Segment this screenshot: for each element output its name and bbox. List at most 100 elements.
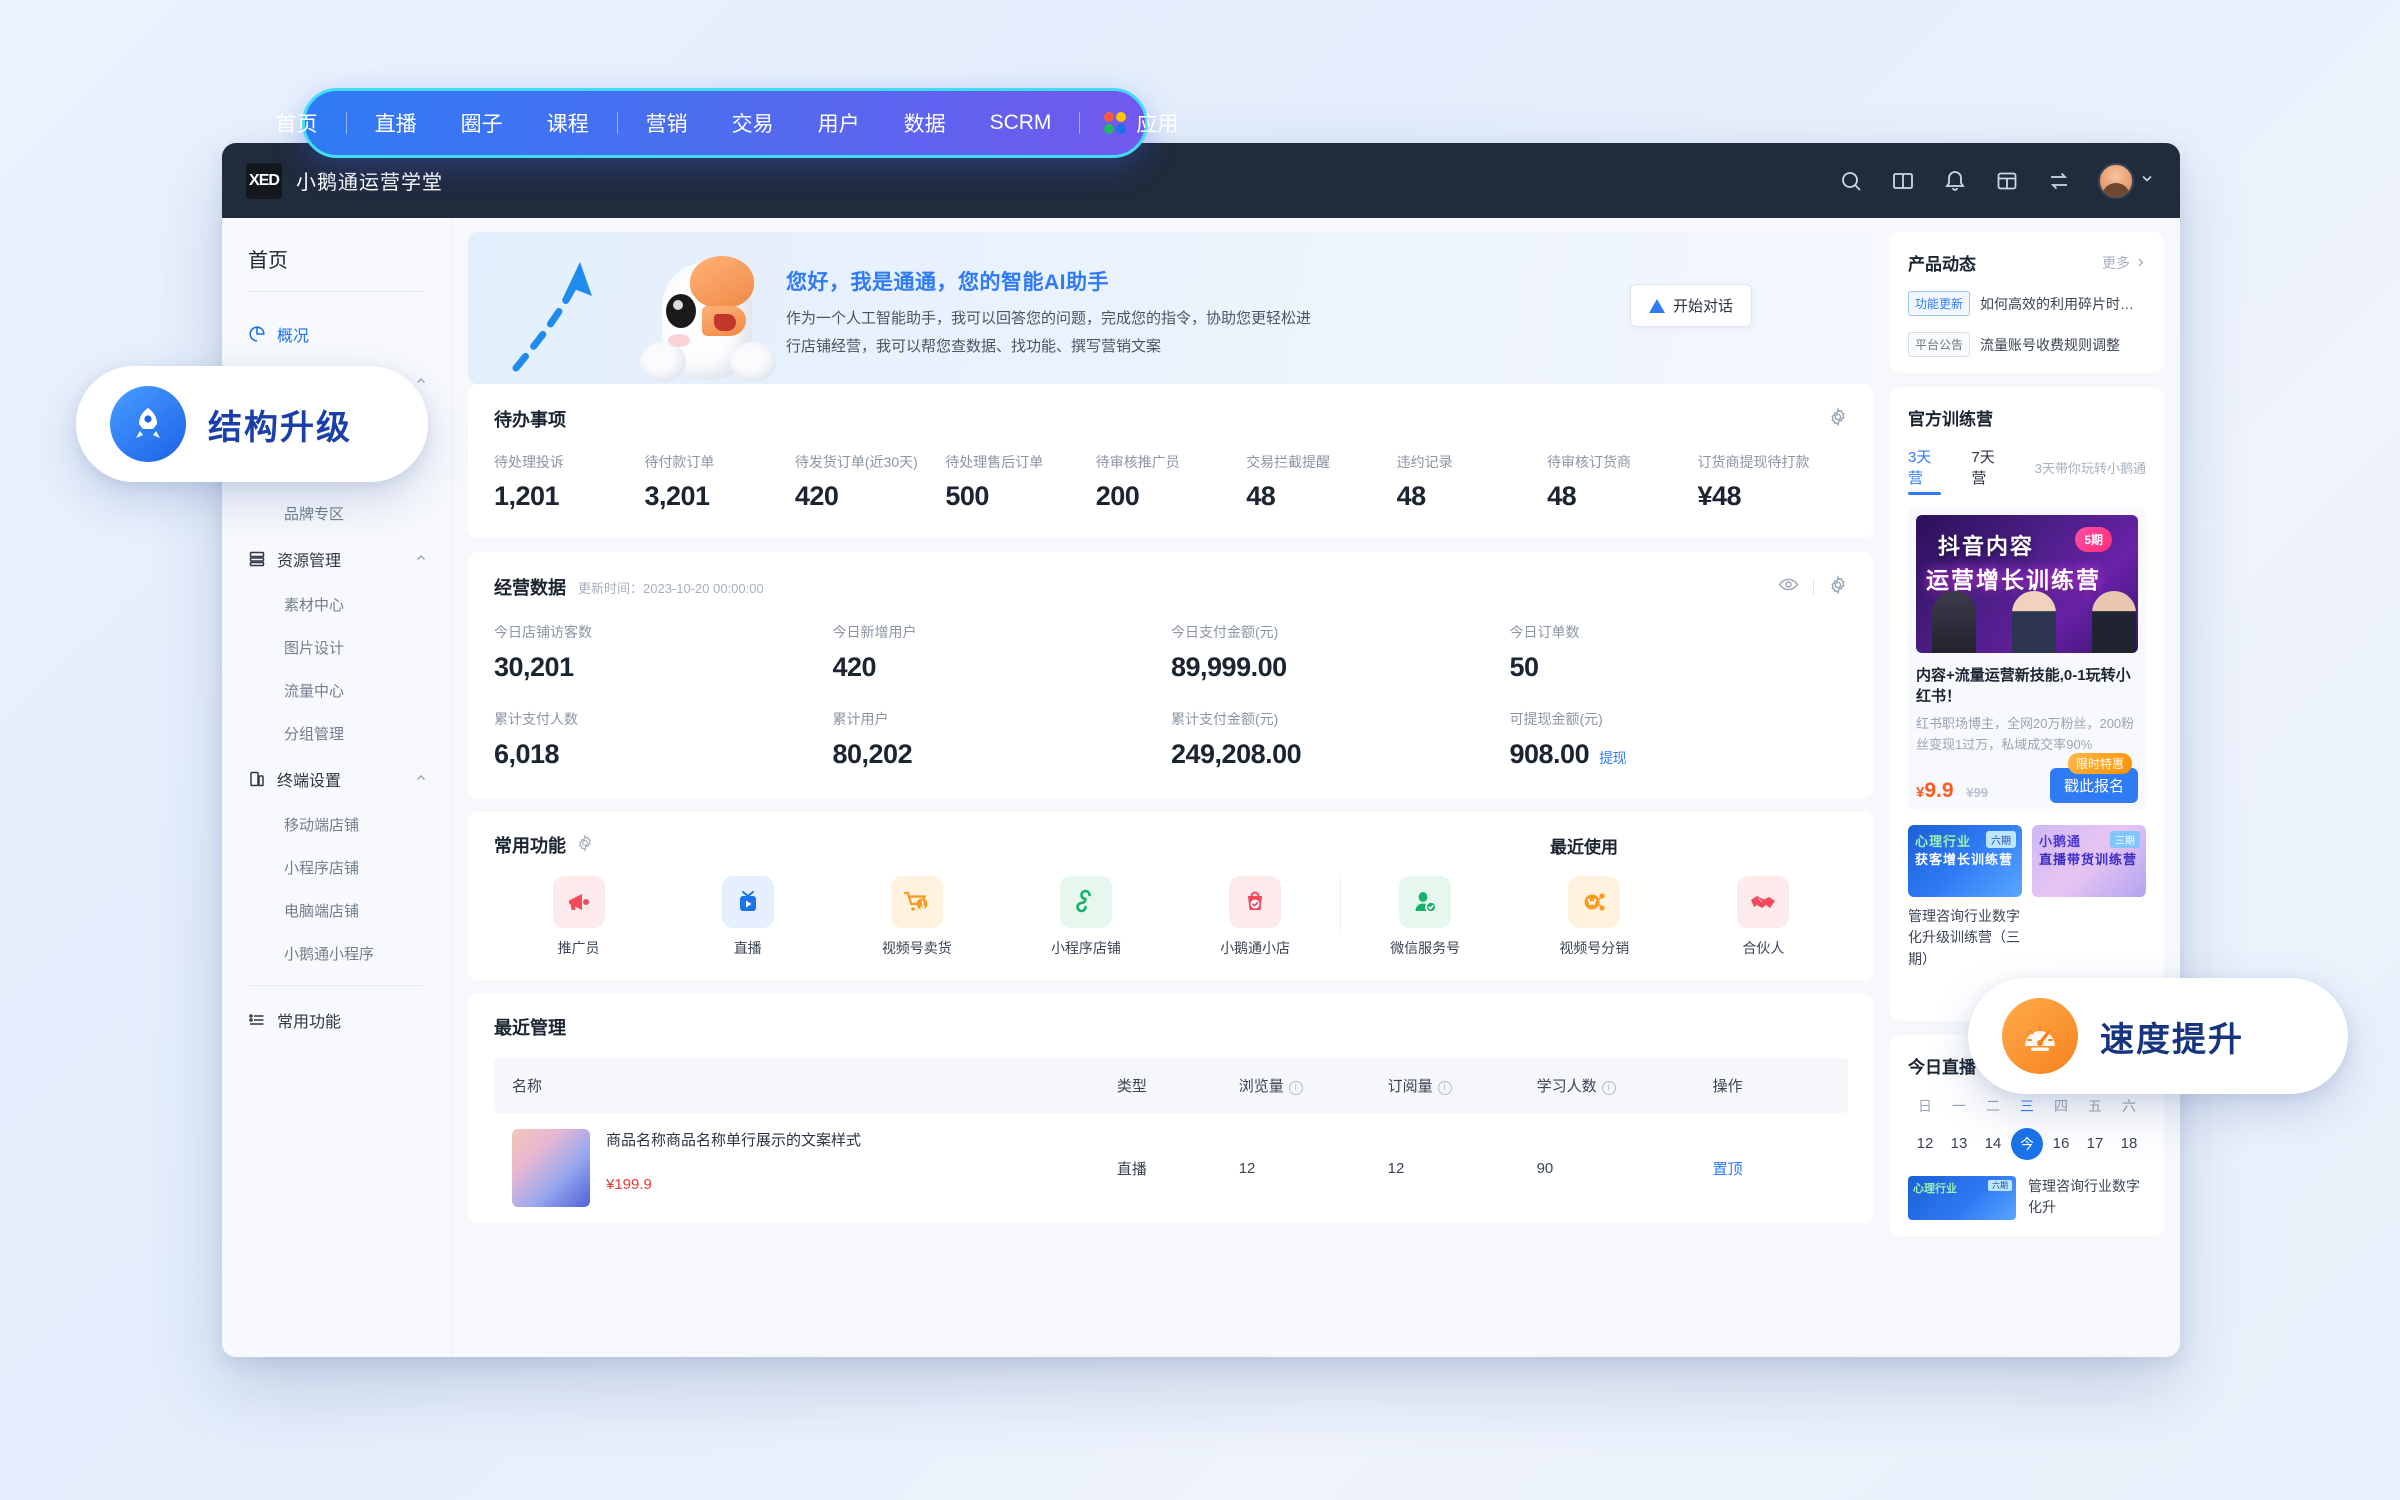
- sidebar-subitem-pc-shop[interactable]: 电脑端店铺: [222, 889, 451, 932]
- mini-promo-item[interactable]: 心理行业 获客增长训练营 六期 管理咨询行业数字化升级训练营（三期）: [1908, 824, 2022, 971]
- function-tile-wechat-service[interactable]: 微信服务号: [1341, 876, 1510, 958]
- business-metric: 今日店铺访客数 30,201: [494, 622, 833, 683]
- calendar-day[interactable]: 18: [2112, 1135, 2146, 1152]
- todo-item-value: 500: [945, 481, 989, 511]
- avatar-menu[interactable]: [2098, 162, 2154, 199]
- todo-item[interactable]: 待发货订单(近30天) 420: [795, 452, 945, 512]
- mini-promo-image: 心理行业 获客增长训练营 六期: [1908, 824, 2022, 897]
- brand[interactable]: XED 小鹅通运营学堂: [222, 162, 452, 199]
- todo-item-value: 420: [794, 481, 839, 511]
- product-price: ¥199.9: [606, 1176, 652, 1193]
- ai-banner-desc-line2: 行店铺经营，我可以帮您查数据、找功能、撰写营销文案: [786, 338, 1162, 355]
- sidebar-subitem-traffic-center[interactable]: 流量中心: [222, 669, 451, 712]
- sidebar-subitem-miniprogram-shop[interactable]: 小程序店铺: [222, 846, 451, 889]
- calendar-day[interactable]: 12: [1908, 1135, 1942, 1152]
- todo-item[interactable]: 违约记录 48: [1397, 452, 1547, 512]
- todo-item[interactable]: 订货商提现待打款 ¥48: [1698, 452, 1848, 512]
- nav-item-circle[interactable]: 圈子: [439, 108, 525, 138]
- function-tile-live[interactable]: 直播: [663, 876, 832, 958]
- live-session-caption: 管理咨询行业数字化升: [2028, 1177, 2140, 1215]
- todo-item-value: 1,201: [494, 481, 560, 511]
- callout-structure-upgrade: 结构升级: [76, 366, 428, 482]
- gear-icon[interactable]: [576, 833, 594, 857]
- live-session-item[interactable]: 心理行业 六期 管理咨询行业数字化升: [1908, 1175, 2146, 1220]
- nav-item-live[interactable]: 直播: [353, 108, 439, 138]
- sidebar-subitem-image-design[interactable]: 图片设计: [222, 626, 451, 669]
- nav-item-scrm[interactable]: SCRM: [968, 111, 1074, 135]
- promo-card[interactable]: 抖音内容 5期 运营增长训练营 内容+流量运营新技能,0-1玩转小红书！ 红书职…: [1908, 507, 2146, 811]
- calendar-day[interactable]: 17: [2078, 1135, 2112, 1152]
- info-icon[interactable]: i: [1601, 1081, 1616, 1095]
- function-tile-channel-distribution[interactable]: 视频号分销: [1510, 876, 1679, 958]
- nav-item-home[interactable]: 首页: [254, 108, 340, 138]
- table-body: 商品名称商品名称单行展示的文案样式 ¥199.9 直播 12 12 90 置顶: [494, 1113, 1848, 1223]
- gear-icon[interactable]: [1828, 406, 1848, 432]
- mini-promo-image: 小鹅通 直播带货训练营 三期: [2032, 824, 2146, 897]
- function-tile-channel-sales[interactable]: 视频号卖货: [832, 876, 1001, 958]
- todo-item[interactable]: 待审核推广员 200: [1096, 452, 1246, 512]
- function-tile-promoter[interactable]: 推广员: [494, 876, 663, 958]
- calendar-day-today[interactable]: 今: [2010, 1127, 2044, 1160]
- todo-item[interactable]: 待审核订货商 48: [1547, 452, 1697, 512]
- weekday-label: 二: [1986, 1097, 2000, 1114]
- business-metric-label: 今日支付金额(元): [1171, 624, 1279, 640]
- sidebar-subitem-brand-zone[interactable]: 品牌专区: [222, 492, 451, 535]
- nav-item-user[interactable]: 用户: [796, 108, 882, 138]
- sidebar-item-overview[interactable]: 概况: [222, 310, 451, 358]
- nav-item-transaction[interactable]: 交易: [710, 108, 796, 138]
- sidebar-subitem-group-management[interactable]: 分组管理: [222, 712, 451, 755]
- sidebar-subitem-mobile-shop[interactable]: 移动端店铺: [222, 803, 451, 846]
- nav-item-marketing[interactable]: 营销: [624, 108, 710, 138]
- ai-assistant-banner: 您好，我是通通，您的智能AI助手 作为一个人工智能助手，我可以回答您的问题，完成…: [468, 232, 1874, 384]
- withdraw-link[interactable]: 提现: [1599, 748, 1627, 768]
- pin-to-top-button[interactable]: 置顶: [1713, 1113, 1848, 1223]
- sidebar-item-terminal-settings[interactable]: 终端设置: [222, 755, 451, 803]
- switch-icon[interactable]: [2046, 168, 2072, 194]
- nav-item-data[interactable]: 数据: [882, 108, 968, 138]
- ai-banner-desc: 作为一个人工智能助手，我可以回答您的问题，完成您的指令，协助您更轻松进 行店铺经…: [786, 305, 1311, 361]
- start-conversation-button[interactable]: 开始对话: [1629, 284, 1752, 327]
- book-icon[interactable]: [1890, 168, 1916, 194]
- bell-icon[interactable]: [1942, 168, 1968, 194]
- nav-item-course[interactable]: 课程: [525, 108, 611, 138]
- sidebar-subitem-material-center[interactable]: 素材中心: [222, 583, 451, 626]
- news-item[interactable]: 平台公告 流量账号收费规则调整: [1908, 332, 2146, 357]
- calendar-day[interactable]: 14: [1976, 1135, 2010, 1152]
- calendar-day[interactable]: 16: [2044, 1135, 2078, 1152]
- nav-divider: [345, 112, 347, 134]
- todo-item[interactable]: 待处理投诉 1,201: [494, 452, 644, 512]
- business-data-update-time: 更新时间：2023-10-20 00:00:00: [578, 580, 764, 596]
- calendar-day[interactable]: 13: [1942, 1135, 1976, 1152]
- calendar-icon[interactable]: [1994, 168, 2020, 194]
- official-camp-card: 官方训练营 3天营 7天营 3天带你玩转小鹅通 抖音内容 5期 运营增长训练营: [1890, 387, 2164, 1021]
- sidebar-subitem-xiaoetong-miniprogram[interactable]: 小鹅通小程序: [222, 932, 451, 975]
- product-news-more-link[interactable]: 更多: [2102, 253, 2146, 273]
- gear-icon[interactable]: [1828, 574, 1848, 600]
- sidebar-item-resource-management[interactable]: 资源管理: [222, 535, 451, 583]
- todo-item[interactable]: 待付款订单 3,201: [644, 452, 794, 512]
- promo-price: ¥9.9 ¥99: [1916, 779, 1988, 803]
- business-data-head: 经营数据 更新时间：2023-10-20 00:00:00: [494, 574, 1848, 600]
- info-icon[interactable]: i: [1288, 1081, 1303, 1095]
- official-camp-head: 官方训练营: [1908, 405, 2146, 430]
- cart-music-icon: [890, 876, 943, 928]
- todo-item[interactable]: 待处理售后订单 500: [945, 452, 1095, 512]
- search-icon[interactable]: [1838, 168, 1864, 194]
- news-item[interactable]: 功能更新 如何高效的利用碎片时间完成系统…: [1908, 291, 2146, 316]
- info-icon[interactable]: i: [1437, 1081, 1452, 1095]
- resource-icon: [248, 550, 266, 568]
- mini-promo-line2: 直播带货训练营: [2039, 851, 2138, 867]
- mini-promo-item[interactable]: 小鹅通 直播带货训练营 三期: [2032, 824, 2146, 971]
- todo-item[interactable]: 交易拦截提醒 48: [1246, 452, 1396, 512]
- function-tile-partner[interactable]: 合伙人: [1679, 876, 1848, 958]
- function-tile-xiaoetong-store[interactable]: 小鹅通小店: [1171, 876, 1340, 958]
- function-tile-miniprogram-shop[interactable]: 小程序店铺: [1001, 876, 1170, 958]
- todo-item-value: 200: [1095, 481, 1140, 511]
- weekday-label: 四: [2054, 1097, 2068, 1114]
- sidebar-item-common-functions[interactable]: 常用功能: [222, 996, 451, 1044]
- eye-icon[interactable]: [1778, 574, 1799, 600]
- nav-item-apps[interactable]: 应用: [1086, 108, 1196, 138]
- tab-3day-camp[interactable]: 3天营: [1908, 446, 1942, 495]
- tab-7day-camp[interactable]: 7天营: [1971, 446, 2004, 495]
- business-data-grid: 今日店铺访客数 30,201 今日新增用户 420 今日支付金额(元) 89,999.…: [494, 622, 1848, 770]
